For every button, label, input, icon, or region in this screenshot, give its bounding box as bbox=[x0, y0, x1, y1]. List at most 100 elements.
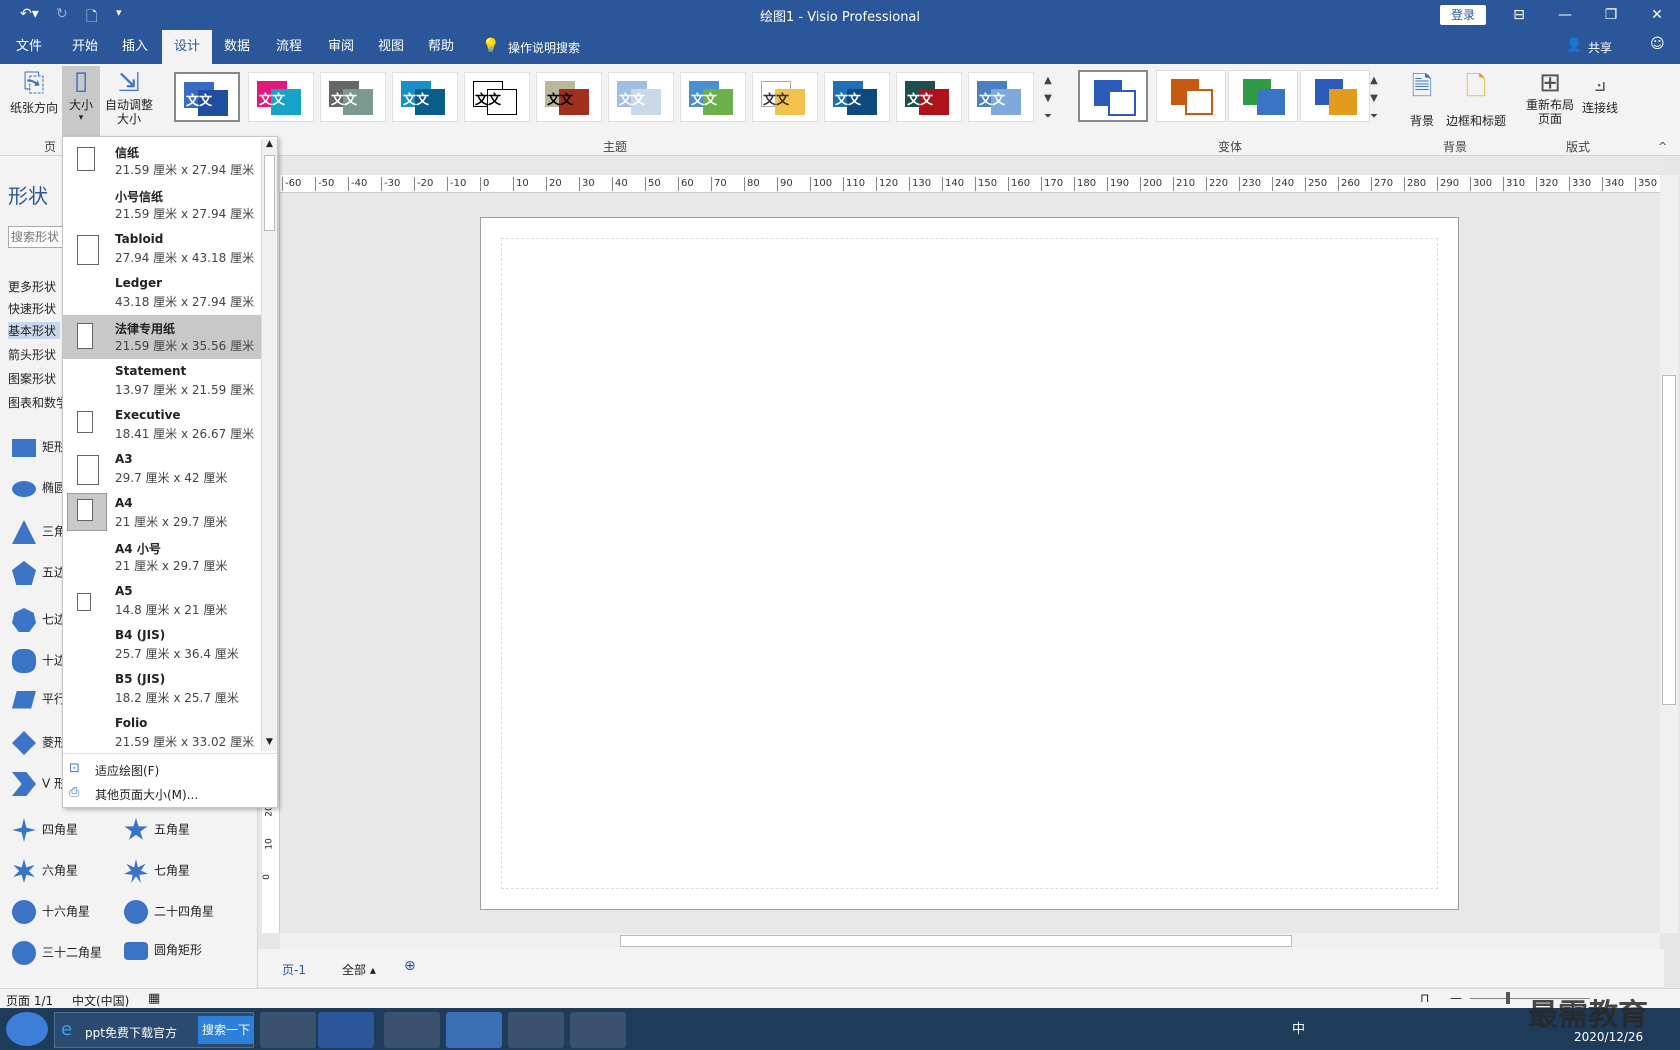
theme-1[interactable]: 文文 bbox=[174, 72, 240, 122]
vertical-scrollbar[interactable] bbox=[1660, 175, 1678, 933]
taskbar-qq-icon[interactable] bbox=[508, 1012, 564, 1048]
size-option-statement[interactable]: Statement 13.97 厘米 x 21.59 厘米 bbox=[63, 359, 261, 403]
maximize-button[interactable]: ❐ bbox=[1588, 0, 1634, 30]
theme-11[interactable]: 文文 bbox=[896, 72, 962, 122]
tab-insert[interactable]: 插入 bbox=[110, 30, 160, 64]
size-option-b4[interactable]: B4 (JIS) 25.7 厘米 x 36.4 厘米 bbox=[63, 623, 261, 667]
variant-1[interactable] bbox=[1078, 70, 1148, 122]
shape-parallelogram[interactable]: 平行 bbox=[12, 690, 66, 709]
add-page-icon[interactable]: ⊕ bbox=[404, 958, 416, 974]
theme-3[interactable]: 文文 bbox=[320, 72, 386, 122]
page-indicator[interactable]: 页面 1/1 bbox=[6, 992, 53, 1009]
taskbar-360-icon[interactable] bbox=[260, 1012, 316, 1048]
share-button[interactable]: 共享 bbox=[1588, 39, 1612, 56]
shape-ellipse[interactable]: 椭圆 bbox=[12, 479, 66, 497]
shape-7star[interactable]: 七角星 bbox=[124, 859, 190, 883]
size-option-a5[interactable]: A5 14.8 厘米 x 21 厘米 bbox=[63, 579, 261, 623]
category-patterns[interactable]: 图案形状 bbox=[8, 370, 56, 387]
background-button[interactable]: 🗎 背景 bbox=[1400, 68, 1444, 129]
variant-3[interactable] bbox=[1228, 70, 1298, 122]
category-arrows[interactable]: 箭头形状 bbox=[8, 346, 56, 363]
themes-scroll[interactable]: ▲ ▼ ⏷ bbox=[1040, 72, 1056, 128]
category-quick[interactable]: 快速形状 bbox=[8, 300, 56, 317]
minimize-button[interactable]: — bbox=[1542, 0, 1588, 30]
tab-design[interactable]: 设计 bbox=[162, 30, 213, 64]
theme-12[interactable]: 文文 bbox=[968, 72, 1034, 122]
size-option-letter[interactable]: 信纸 21.59 厘米 x 27.94 厘米 bbox=[63, 139, 261, 183]
search-button[interactable]: 搜索一下 bbox=[198, 1016, 254, 1044]
shape-4star[interactable]: 四角星 bbox=[12, 818, 78, 842]
language-indicator[interactable]: 中文(中国) bbox=[72, 992, 129, 1009]
theme-8[interactable]: 文文 bbox=[680, 72, 746, 122]
close-button[interactable]: ✕ bbox=[1634, 0, 1680, 30]
theme-7[interactable]: 文文 bbox=[608, 72, 674, 122]
tab-home[interactable]: 开始 bbox=[60, 30, 110, 64]
size-option-tabloid[interactable]: Tabloid 27.94 厘米 x 43.18 厘米 bbox=[63, 227, 261, 271]
shape-rectangle[interactable]: 矩形 bbox=[12, 438, 66, 457]
variants-scroll[interactable]: ▲ ▼ ⏷ bbox=[1366, 72, 1382, 128]
zoom-thumb[interactable] bbox=[1506, 992, 1510, 1004]
size-option-folio[interactable]: Folio 21.59 厘米 x 33.02 厘米 bbox=[63, 711, 261, 755]
theme-9[interactable]: 文文 bbox=[752, 72, 818, 122]
shape-32star[interactable]: 三十二角星 bbox=[12, 941, 102, 965]
theme-5[interactable]: 文文 bbox=[464, 72, 530, 122]
start-button[interactable] bbox=[6, 1012, 48, 1046]
shape-16star[interactable]: 十六角星 bbox=[12, 900, 90, 924]
size-option-ledger[interactable]: Ledger 43.18 厘米 x 27.94 厘米 bbox=[63, 271, 261, 315]
taskbar-visio-icon[interactable] bbox=[446, 1012, 502, 1048]
collapse-ribbon-icon[interactable]: ^ bbox=[1658, 140, 1667, 153]
tab-all-pages[interactable]: 全部 ▴ bbox=[342, 961, 376, 978]
taskbar-snip-icon[interactable] bbox=[570, 1012, 626, 1048]
taskbar-explorer-icon[interactable] bbox=[384, 1012, 440, 1048]
tab-file[interactable]: 文件 bbox=[4, 30, 54, 64]
shape-chevron[interactable]: V 形 bbox=[12, 772, 66, 796]
category-more[interactable]: 更多形状 bbox=[8, 278, 56, 295]
category-basic[interactable]: 基本形状 bbox=[8, 322, 60, 339]
shape-5star[interactable]: 五角星 bbox=[124, 818, 190, 842]
orientation-button[interactable]: ⎘ 纸张方向 bbox=[8, 68, 60, 116]
theme-4[interactable]: 文文 bbox=[392, 72, 458, 122]
shape-rounded-rectangle[interactable]: 圆角矩形 bbox=[124, 941, 202, 960]
ribbon-display-icon[interactable]: ⊟ bbox=[1496, 0, 1542, 30]
ime-indicator[interactable]: 中 bbox=[1292, 1018, 1305, 1037]
shape-decagon[interactable]: 十边 bbox=[12, 649, 66, 673]
shape-24star[interactable]: 二十四角星 bbox=[124, 900, 214, 924]
borders-titles-button[interactable]: 🗋 边框和标题 bbox=[1444, 68, 1508, 129]
drawing-page[interactable] bbox=[480, 217, 1459, 910]
comments-icon[interactable]: ☺ bbox=[1650, 36, 1665, 52]
shape-triangle[interactable]: 三角 bbox=[12, 520, 66, 544]
tab-review[interactable]: 审阅 bbox=[316, 30, 366, 64]
theme-2[interactable]: 文文 bbox=[248, 72, 314, 122]
dropdown-scrollbar[interactable]: ▲ ▼ bbox=[261, 139, 277, 751]
shape-6star[interactable]: 六角星 bbox=[12, 859, 78, 883]
horizontal-scrollbar[interactable] bbox=[280, 933, 1660, 949]
size-option-a3[interactable]: A3 29.7 厘米 x 42 厘米 bbox=[63, 447, 261, 491]
relayout-button[interactable]: ⊞ 重新布局页面 bbox=[1524, 68, 1576, 126]
size-button[interactable]: ▯ 大小 ▾ bbox=[62, 66, 100, 136]
size-option-executive[interactable]: Executive 18.41 厘米 x 26.67 厘米 bbox=[63, 403, 261, 447]
tab-help[interactable]: 帮助 bbox=[416, 30, 466, 64]
tab-process[interactable]: 流程 bbox=[264, 30, 314, 64]
shape-heptagon[interactable]: 七边 bbox=[12, 608, 66, 632]
search-shapes-input[interactable] bbox=[8, 226, 68, 248]
size-option-a4-small[interactable]: A4 小号 21 厘米 x 29.7 厘米 bbox=[63, 535, 261, 579]
variant-4[interactable] bbox=[1300, 70, 1370, 122]
size-option-a4[interactable]: A4 21 厘米 x 29.7 厘米 bbox=[63, 491, 261, 535]
fit-to-drawing-item[interactable]: ⊡ 适应绘图(F) bbox=[63, 757, 277, 781]
zoom-out-icon[interactable]: — bbox=[1450, 991, 1462, 1005]
taskbar-word-icon[interactable] bbox=[318, 1012, 374, 1048]
tab-page-1[interactable]: 页-1 bbox=[282, 961, 306, 978]
autosize-button[interactable]: ⇲ 自动调整大小 bbox=[102, 68, 156, 126]
tab-data[interactable]: 数据 bbox=[212, 30, 262, 64]
connectors-button[interactable]: ⟓ 连接线 bbox=[1578, 68, 1622, 116]
tell-me-search[interactable]: 操作说明搜索 bbox=[508, 39, 580, 56]
shape-diamond[interactable]: 菱形 bbox=[12, 731, 66, 755]
category-charts[interactable]: 图表和数学 bbox=[8, 394, 68, 411]
shape-pentagon[interactable]: 五边 bbox=[12, 561, 66, 585]
login-button[interactable]: 登录 bbox=[1440, 5, 1486, 25]
theme-10[interactable]: 文文 bbox=[824, 72, 890, 122]
size-option-legal[interactable]: 法律专用纸 21.59 厘米 x 35.56 厘米 bbox=[63, 315, 261, 359]
size-option-b5[interactable]: B5 (JIS) 18.2 厘米 x 25.7 厘米 bbox=[63, 667, 261, 711]
more-page-sizes-item[interactable]: ⎙ 其他页面大小(M)... bbox=[63, 781, 277, 805]
size-option-small-letter[interactable]: 小号信纸 21.59 厘米 x 27.94 厘米 bbox=[63, 183, 261, 227]
